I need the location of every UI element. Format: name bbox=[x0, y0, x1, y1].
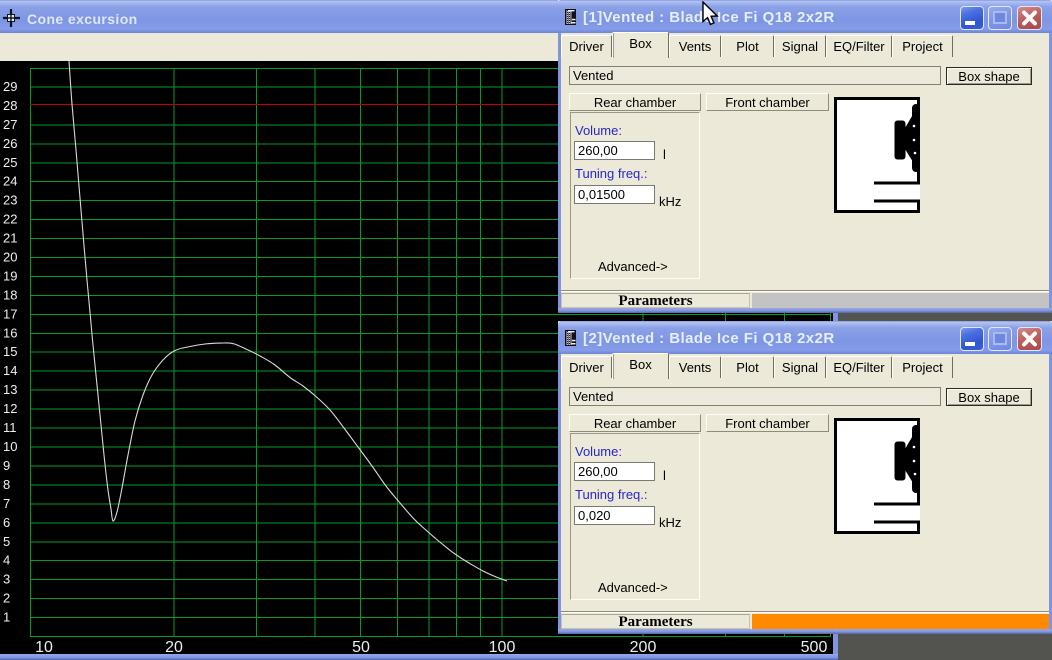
svg-text:4: 4 bbox=[3, 553, 10, 568]
svg-text:2: 2 bbox=[3, 591, 10, 606]
svg-text:24: 24 bbox=[3, 174, 17, 189]
svg-text:29: 29 bbox=[3, 79, 17, 94]
svg-text:10: 10 bbox=[3, 439, 17, 454]
svg-text:28: 28 bbox=[3, 98, 17, 113]
svg-text:500: 500 bbox=[801, 639, 828, 654]
svg-text:13: 13 bbox=[3, 382, 17, 397]
svg-text:1: 1 bbox=[3, 610, 10, 625]
svg-text:20: 20 bbox=[165, 639, 183, 654]
svg-text:12: 12 bbox=[3, 401, 17, 416]
svg-text:17: 17 bbox=[3, 306, 17, 321]
svg-text:25: 25 bbox=[3, 155, 17, 170]
svg-text:26: 26 bbox=[3, 136, 17, 151]
svg-text:100: 100 bbox=[489, 639, 516, 654]
svg-text:7: 7 bbox=[3, 496, 10, 511]
svg-text:3: 3 bbox=[3, 572, 10, 587]
svg-text:9: 9 bbox=[3, 458, 10, 473]
svg-text:11: 11 bbox=[3, 420, 17, 435]
svg-text:10: 10 bbox=[35, 639, 53, 654]
svg-text:21: 21 bbox=[3, 231, 17, 246]
svg-text:5: 5 bbox=[3, 534, 10, 549]
svg-text:200: 200 bbox=[630, 639, 657, 654]
svg-text:19: 19 bbox=[3, 268, 17, 283]
svg-text:50: 50 bbox=[352, 639, 370, 654]
svg-text:20: 20 bbox=[3, 250, 17, 265]
svg-text:18: 18 bbox=[3, 287, 17, 302]
svg-text:15: 15 bbox=[3, 344, 17, 359]
svg-text:6: 6 bbox=[3, 515, 10, 530]
svg-text:23: 23 bbox=[3, 193, 17, 208]
svg-text:14: 14 bbox=[3, 363, 17, 378]
svg-text:16: 16 bbox=[3, 325, 17, 340]
svg-text:8: 8 bbox=[3, 477, 10, 492]
svg-text:22: 22 bbox=[3, 212, 17, 227]
svg-text:27: 27 bbox=[3, 117, 17, 132]
